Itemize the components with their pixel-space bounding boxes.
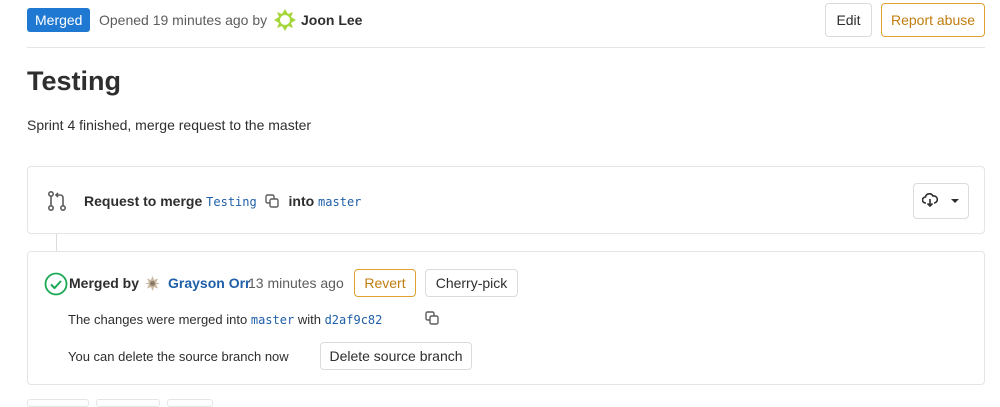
delete-source-branch-button[interactable]: Delete source branch (320, 342, 472, 370)
download-dropdown-button[interactable] (913, 183, 969, 219)
report-abuse-button[interactable]: Report abuse (881, 3, 985, 37)
copy-sha-icon[interactable] (425, 311, 439, 325)
request-prefix: Request to merge (84, 193, 203, 209)
chevron-down-icon (950, 199, 959, 203)
cherry-pick-button[interactable]: Cherry-pick (425, 269, 518, 297)
merger-link[interactable]: Grayson Orr (168, 275, 250, 291)
bottom-button-partial[interactable] (27, 399, 89, 407)
success-check-icon (44, 272, 68, 296)
changes-with: with (297, 312, 321, 327)
edit-button[interactable]: Edit (825, 3, 872, 37)
source-branch[interactable]: Testing (206, 195, 257, 209)
author-avatar[interactable] (273, 8, 297, 32)
header-divider (27, 47, 985, 48)
merger-avatar[interactable] (144, 275, 161, 292)
merge-request-widget: Request to merge Testing into master (27, 166, 985, 234)
cloud-download-icon (922, 193, 939, 208)
delete-branch-text: You can delete the source branch now (68, 349, 289, 364)
merged-by-label: Merged by (69, 275, 140, 291)
changes-prefix: The changes were merged into (68, 312, 248, 327)
revert-button[interactable]: Revert (354, 269, 416, 297)
bottom-button-partial[interactable] (96, 399, 160, 407)
page-title: Testing (27, 66, 121, 96)
timeline-connector (56, 234, 57, 252)
changes-text: The changes were merged into master with… (68, 312, 382, 327)
description: Sprint 4 finished, merge request to the … (27, 117, 312, 133)
status-badge: Merged (27, 8, 91, 32)
merge-request-icon (47, 190, 67, 212)
target-branch[interactable]: master (318, 195, 361, 209)
bottom-button-partial[interactable] (167, 399, 213, 407)
commit-sha[interactable]: d2af9c82 (325, 313, 383, 327)
opened-text: Opened 19 minutes ago by (99, 12, 268, 28)
changes-target-branch[interactable]: master (251, 313, 294, 327)
merged-widget: Merged by Grayson Orr 13 minutes ago Rev… (27, 251, 985, 385)
author-link[interactable]: Joon Lee (301, 12, 362, 28)
request-text: Request to merge Testing into master (84, 193, 361, 209)
merged-time: 13 minutes ago (248, 275, 344, 291)
copy-icon[interactable] (264, 194, 279, 208)
into-label: into (288, 193, 315, 209)
